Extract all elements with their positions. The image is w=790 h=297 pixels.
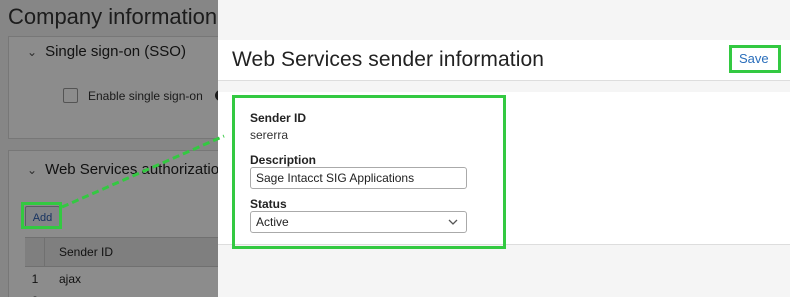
status-select[interactable]: Active — [250, 211, 467, 233]
description-field[interactable] — [250, 167, 467, 189]
status-selected-value: Active — [256, 215, 289, 229]
chevron-down-icon — [448, 219, 458, 225]
description-label: Description — [250, 153, 317, 167]
sender-info-panel: Web Services sender information Save Sen… — [218, 0, 790, 297]
sender-id-label: Sender ID — [250, 111, 307, 125]
panel-header: Web Services sender information Save — [218, 40, 790, 81]
panel-body: Sender ID sererra Description Status Act… — [218, 92, 790, 249]
panel-title: Web Services sender information — [232, 48, 545, 71]
sender-id-value: sererra — [250, 128, 289, 142]
status-label: Status — [250, 197, 287, 211]
save-highlight-box — [729, 45, 781, 73]
add-highlight-box — [21, 202, 62, 229]
